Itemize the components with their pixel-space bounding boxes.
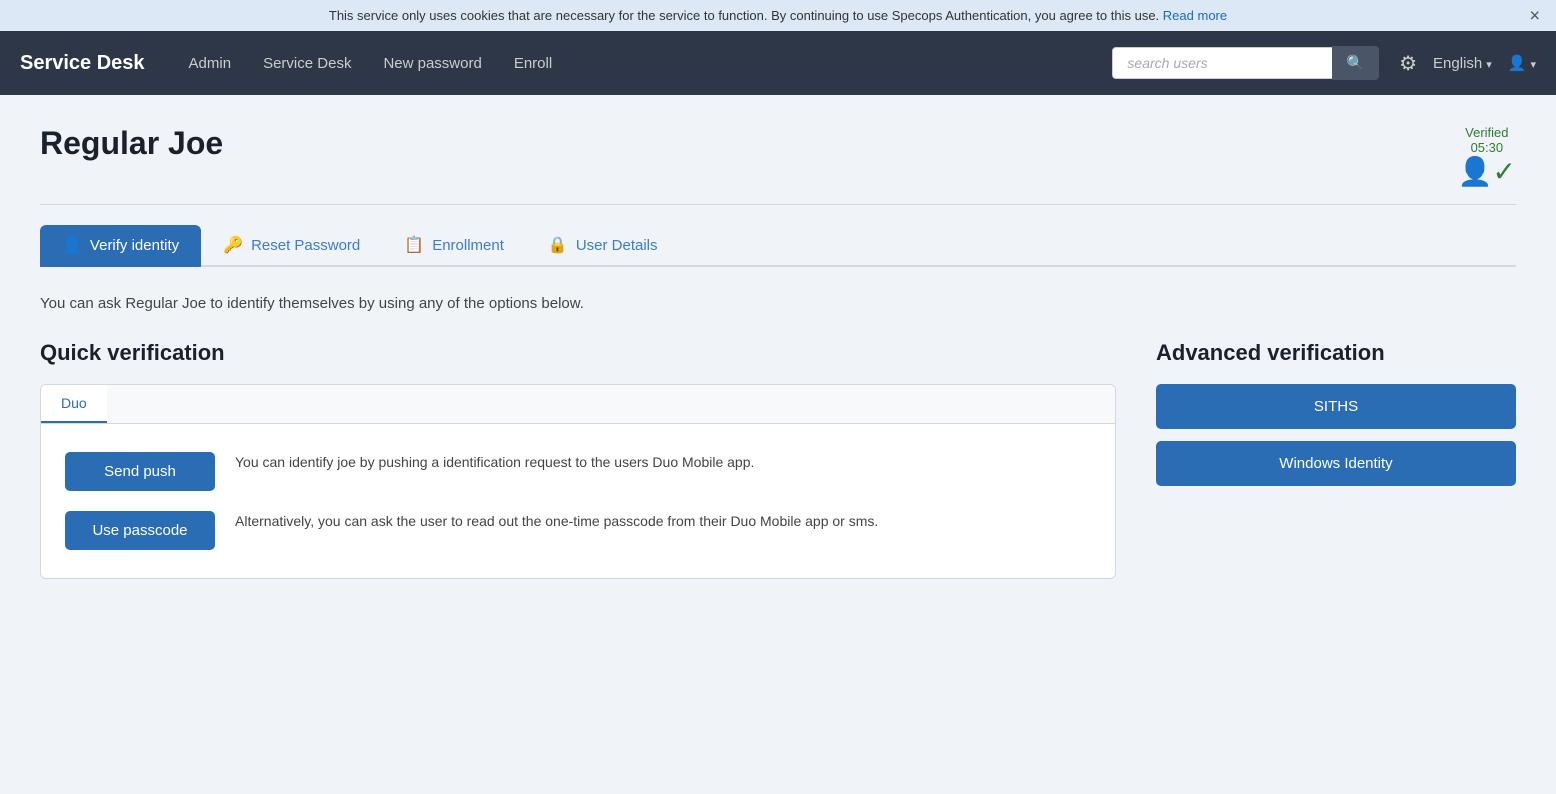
quick-verification-section: Quick verification Duo Send push You can…: [40, 340, 1116, 579]
siths-button[interactable]: SITHS: [1156, 384, 1516, 429]
verified-time: 05:30: [1471, 140, 1504, 155]
navbar-brand: Service Desk: [20, 52, 145, 75]
cookie-banner-close[interactable]: ×: [1529, 5, 1540, 26]
tab-verify-identity-label: Verify identity: [90, 237, 179, 254]
page-header: Regular Joe Verified 05:30 👤✓: [40, 125, 1516, 205]
navbar-right: ⚙ English 👤: [1399, 51, 1536, 76]
advanced-verification-section: Advanced verification SITHS Windows Iden…: [1156, 340, 1516, 486]
nav-admin[interactable]: Admin: [175, 47, 246, 80]
tab-reset-password[interactable]: 🔑 Reset Password: [201, 225, 382, 267]
send-push-description: You can identify joe by pushing a identi…: [235, 452, 754, 473]
navbar: Service Desk Admin Service Desk New pass…: [0, 31, 1556, 95]
cookie-banner-link[interactable]: Read more: [1163, 8, 1227, 23]
gear-icon[interactable]: ⚙: [1399, 51, 1417, 76]
duo-panel: Duo Send push You can identify joe by pu…: [40, 384, 1116, 579]
nav-service-desk[interactable]: Service Desk: [249, 47, 365, 80]
cookie-banner-text: This service only uses cookies that are …: [329, 8, 1159, 23]
tab-enrollment[interactable]: 📋 Enrollment: [382, 225, 526, 267]
send-push-button[interactable]: Send push: [65, 452, 215, 491]
tab-user-details[interactable]: 🔒 User Details: [526, 225, 680, 267]
navbar-links: Admin Service Desk New password Enroll: [175, 47, 1113, 80]
navbar-search: 🔍: [1112, 46, 1379, 80]
verify-identity-icon: 👤: [62, 235, 82, 255]
nav-enroll[interactable]: Enroll: [500, 47, 566, 80]
search-button[interactable]: 🔍: [1332, 46, 1379, 80]
verified-label: Verified: [1465, 125, 1508, 140]
tab-enrollment-label: Enrollment: [432, 237, 504, 254]
verified-user-icon: 👤✓: [1458, 155, 1516, 188]
send-push-row: Send push You can identify joe by pushin…: [65, 452, 1091, 491]
tab-reset-password-label: Reset Password: [251, 237, 360, 254]
advanced-verification-heading: Advanced verification: [1156, 340, 1516, 366]
user-icon: 👤: [1508, 54, 1527, 72]
user-dropdown[interactable]: 👤: [1508, 54, 1536, 72]
main-content: Regular Joe Verified 05:30 👤✓ 👤 Verify i…: [0, 95, 1556, 777]
tab-verify-identity[interactable]: 👤 Verify identity: [40, 225, 201, 267]
user-details-icon: 🔒: [548, 235, 568, 255]
duo-panel-content: Send push You can identify joe by pushin…: [41, 424, 1115, 578]
tab-bar: 👤 Verify identity 🔑 Reset Password 📋 Enr…: [40, 225, 1516, 267]
verification-description: You can ask Regular Joe to identify them…: [40, 295, 1516, 312]
user-chevron-icon: [1530, 55, 1536, 72]
language-dropdown[interactable]: English: [1433, 55, 1492, 72]
use-passcode-row: Use passcode Alternatively, you can ask …: [65, 511, 1091, 550]
reset-password-icon: 🔑: [223, 235, 243, 255]
use-passcode-description: Alternatively, you can ask the user to r…: [235, 511, 878, 532]
cookie-banner: This service only uses cookies that are …: [0, 0, 1556, 31]
use-passcode-button[interactable]: Use passcode: [65, 511, 215, 550]
language-label: English: [1433, 55, 1482, 72]
nav-new-password[interactable]: New password: [369, 47, 495, 80]
duo-tab-bar: Duo: [41, 385, 1115, 424]
tab-user-details-label: User Details: [576, 237, 658, 254]
windows-identity-button[interactable]: Windows Identity: [1156, 441, 1516, 486]
enrollment-icon: 📋: [404, 235, 424, 255]
verification-columns: Quick verification Duo Send push You can…: [40, 340, 1516, 579]
duo-tab[interactable]: Duo: [41, 385, 107, 423]
verified-badge: Verified 05:30 👤✓: [1458, 125, 1516, 188]
language-chevron-icon: [1486, 55, 1492, 72]
search-input[interactable]: [1112, 47, 1332, 79]
quick-verification-heading: Quick verification: [40, 340, 1116, 366]
page-title: Regular Joe: [40, 125, 223, 162]
